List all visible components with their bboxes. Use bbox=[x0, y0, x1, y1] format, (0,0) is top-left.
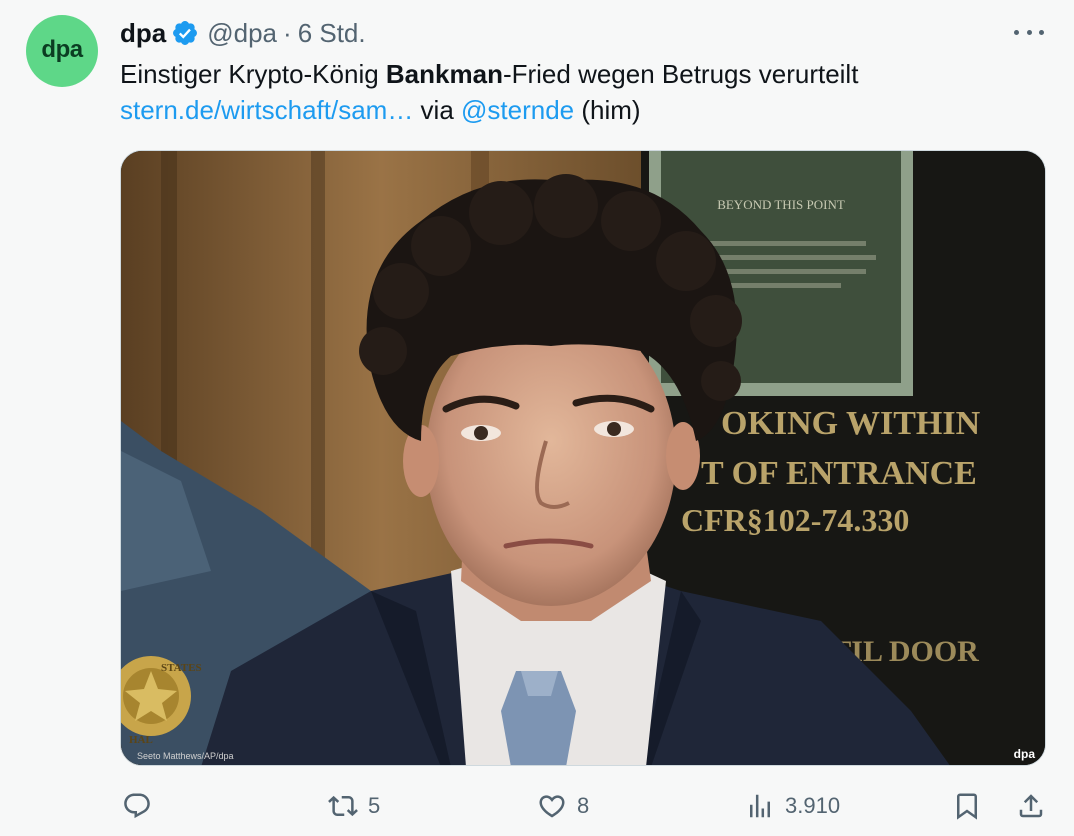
tweet[interactable]: dpa dpa @dpa · 6 Std. Einstiger Krypto-K… bbox=[0, 0, 1074, 836]
views-chart-icon bbox=[750, 794, 770, 818]
tweet-text-part1: Einstiger Krypto-König bbox=[120, 59, 386, 89]
share-icon bbox=[1019, 794, 1043, 818]
photo-illustration: BEYOND THIS POINT OKING WITHIN T OF ENTR… bbox=[121, 151, 1045, 765]
via-text: via bbox=[413, 95, 461, 125]
sign-line-1: OKING WITHIN bbox=[721, 405, 981, 442]
heart-icon bbox=[539, 795, 565, 818]
more-dot bbox=[1039, 29, 1044, 35]
author-handle[interactable]: @dpa bbox=[207, 18, 277, 49]
views-button[interactable]: 3.910 bbox=[745, 786, 840, 826]
photo-credit: Seeto Matthews/AP/dpa bbox=[137, 751, 234, 761]
action-bar: 5 8 3.910 bbox=[0, 786, 1074, 826]
more-dot bbox=[1014, 29, 1019, 35]
views-count: 3.910 bbox=[785, 793, 841, 818]
reply-icon bbox=[124, 793, 150, 819]
more-dot bbox=[1026, 29, 1032, 35]
separator-dot: · bbox=[283, 17, 292, 48]
verified-badge-icon bbox=[173, 21, 198, 45]
avatar-logo-text: dpa bbox=[41, 36, 83, 63]
share-button[interactable] bbox=[1016, 786, 1046, 826]
badge-text-bottom: HAL bbox=[129, 734, 153, 746]
sign-line-3: CFR§102-74.330 bbox=[681, 502, 909, 538]
retweet-button[interactable]: 5 bbox=[328, 786, 380, 826]
tweet-header: dpa @dpa · 6 Std. bbox=[120, 17, 366, 49]
timestamp[interactable]: 6 Std. bbox=[298, 18, 366, 49]
bookmark-button[interactable] bbox=[952, 786, 982, 826]
more-options-icon[interactable] bbox=[1014, 20, 1044, 44]
retweet-count: 5 bbox=[368, 793, 381, 818]
reply-button[interactable] bbox=[122, 786, 162, 826]
sign-line-2: T OF ENTRANCE bbox=[701, 455, 977, 492]
pronoun-text: (him) bbox=[574, 95, 641, 125]
tweet-text-bold: Bankman bbox=[385, 59, 503, 89]
article-link[interactable]: stern.de/wirtschaft/sam… bbox=[120, 95, 413, 125]
tweet-photo[interactable]: BEYOND THIS POINT OKING WITHIN T OF ENTR… bbox=[120, 150, 1046, 766]
bookmark-icon bbox=[957, 793, 977, 820]
badge-text-top: STATES bbox=[161, 662, 202, 674]
author-name[interactable]: dpa bbox=[120, 18, 166, 49]
like-button[interactable]: 8 bbox=[537, 786, 589, 826]
tweet-text: Einstiger Krypto-König Bankman-Fried weg… bbox=[120, 56, 1040, 128]
like-count: 8 bbox=[577, 793, 590, 818]
retweet-icon bbox=[328, 795, 358, 817]
tweet-text-part2: -Fried wegen Betrugs verurteilt bbox=[502, 59, 859, 89]
avatar[interactable]: dpa bbox=[26, 15, 98, 87]
plaque-text: BEYOND THIS POINT bbox=[717, 197, 845, 212]
photo-watermark: dpa bbox=[1013, 747, 1035, 761]
mention-link[interactable]: @sternde bbox=[461, 95, 574, 125]
